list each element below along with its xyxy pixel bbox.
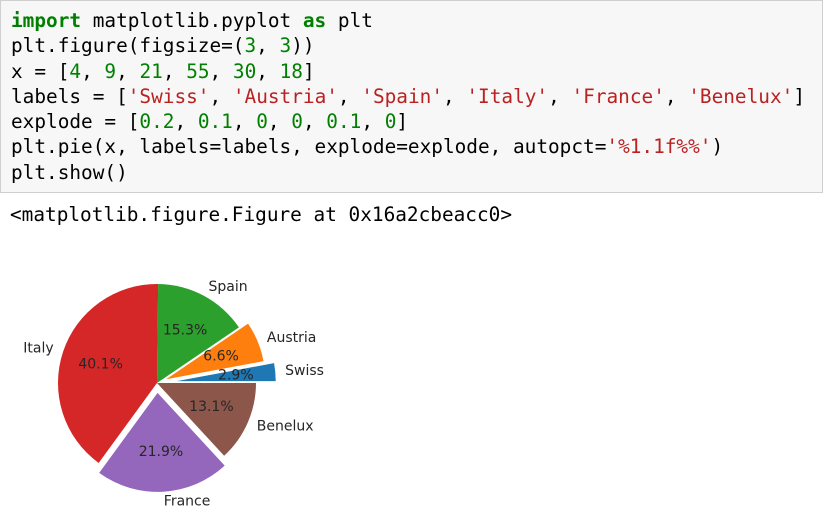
code-line: labels = ['Swiss', 'Austria', 'Spain', '… [11,84,805,109]
code-token: ] [793,84,805,108]
code-token: , [256,34,280,58]
pie-label-italy: Italy [23,341,53,357]
code-token: 'Benelux' [688,84,794,108]
code-token: x = [ [11,59,70,83]
code-token: ] [396,110,409,134]
pie-percent-label-spain: 15.3% [163,323,207,339]
code-token: 21 [139,59,163,83]
code-token: import [11,9,82,32]
code-token: , [267,110,292,134]
pie-label-spain: Spain [209,279,248,295]
code-token: 0.2 [139,110,175,134]
code-token: , [174,110,198,134]
code-token: labels = [ [11,84,128,108]
code-line: plt.pie(x, labels=labels, explode=explod… [11,134,805,159]
code-token: )) [291,34,315,58]
code-token: plt.show() [11,160,128,184]
code-token: 'France' [571,84,665,108]
code-token: 0 [384,110,397,134]
pie-percent-label-benelux: 13.1% [189,399,233,415]
code-token: 'Spain' [361,84,444,108]
code-token: , [162,59,187,83]
code-token: 'Italy' [466,84,549,108]
code-token: as [302,9,327,32]
code-token: , [664,84,689,108]
code-token: , [116,59,140,83]
code-token: 9 [104,59,117,83]
code-token: 3 [244,34,257,58]
code-token: '%1.1f%%' [606,135,712,159]
code-token: , [337,84,362,108]
code-token: , [81,59,105,83]
pie-label-france: France [164,494,211,510]
pie-percent-label-france: 21.9% [139,444,183,460]
pie-percent-label-austria: 6.6% [203,349,239,365]
code-token: , [361,110,385,134]
code-editor[interactable]: import matplotlib.pyplot as plt plt.figur… [11,8,805,185]
pie-label-benelux: Benelux [257,419,314,435]
code-line: plt.figure(figsize=(3, 3)) [11,33,805,58]
cell-output-text: <matplotlib.figure.Figure at 0x16a2cbeac… [10,203,512,226]
code-token: 30 [232,59,257,83]
code-line: explode = [0.2, 0.1, 0, 0, 0.1, 0] [11,109,805,134]
code-token: , [232,110,257,134]
code-line: x = [4, 9, 21, 55, 30, 18] [11,59,805,84]
code-token: 4 [69,59,82,83]
code-token: , [548,84,572,108]
code-token: 0 [256,110,268,134]
code-token: 'Swiss' [127,84,210,108]
code-token: 0.1 [197,110,233,134]
pie-chart-figure: Swiss 2.9% Austria 6.6% Spain 15.3% Italy 40.1%… [0,262,340,517]
pie-percent-label-swiss: 2.9% [218,368,254,384]
code-cell-input[interactable]: import matplotlib.pyplot as plt plt.figur… [0,0,823,193]
code-token: ) [711,135,724,159]
pie-percent-label-italy: 40.1% [78,356,122,372]
code-token: 'Austria' [232,84,338,108]
code-token: 18 [279,59,303,83]
code-token: matplotlib.pyplot [81,9,303,32]
code-token: plt.pie(x, labels=labels, explode=explod… [11,135,607,159]
pie-chart: Swiss 2.9% Austria 6.6% Spain 15.3% Italy 40.1%… [23,279,324,510]
code-token: 0.1 [326,110,362,134]
pie-label-austria: Austria [267,330,316,346]
code-line: import matplotlib.pyplot as plt [11,8,805,33]
pie-label-swiss: Swiss [285,363,324,379]
code-token: explode = [ [11,110,140,134]
code-token: 3 [279,34,292,58]
code-token: , [256,59,280,83]
code-token: , [302,110,327,134]
code-token: plt.figure(figsize=( [11,34,245,58]
code-token: 0 [291,110,303,134]
code-token: ] [302,59,315,83]
code-token: , [209,59,233,83]
code-token: , [443,84,467,108]
code-line: plt.show() [11,160,805,185]
code-token: , [209,84,233,108]
code-token: plt [326,9,373,32]
code-token: 55 [186,59,210,83]
